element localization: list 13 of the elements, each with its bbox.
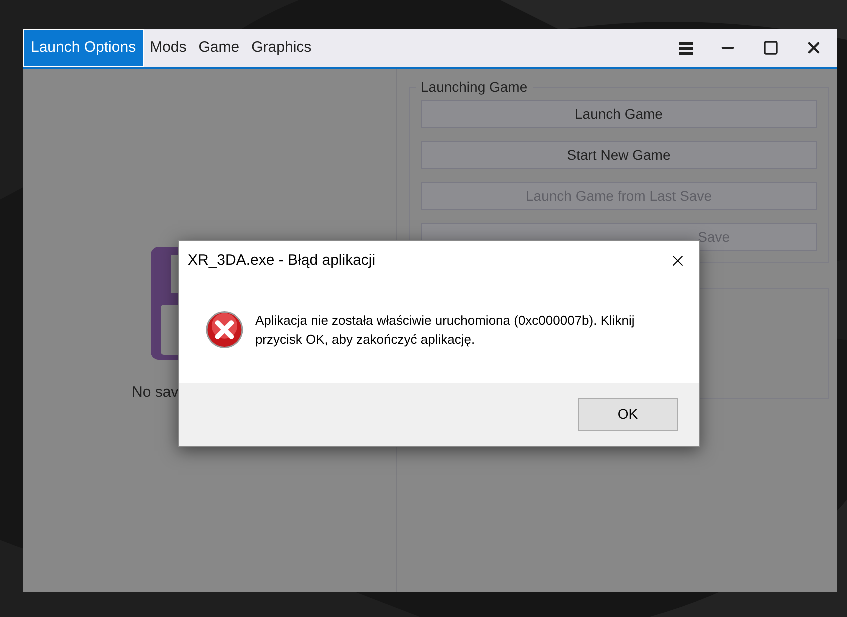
error-message: Aplikacja nie została właściwie uruchomiona (0xc000007b). Kliknij przycisk OK, aby zakończyć aplikację. [255, 312, 636, 349]
launch-button[interactable]: Start New Game [421, 141, 817, 169]
tab[interactable]: Graphics [246, 29, 318, 67]
tab[interactable]: Launch Options [23, 29, 144, 67]
maximize-icon[interactable] [763, 40, 779, 56]
launch-button[interactable]: Launch Game [421, 100, 817, 128]
empty-message: No sav [132, 383, 180, 403]
ok-button[interactable]: OK [578, 398, 678, 431]
tab[interactable]: Game [192, 29, 246, 67]
menu-icon[interactable] [679, 42, 693, 54]
dialog-title: XR_3DA.exe - Błąd aplikacji [188, 250, 376, 271]
tab[interactable]: Mods [144, 29, 193, 67]
error-icon [206, 311, 244, 349]
